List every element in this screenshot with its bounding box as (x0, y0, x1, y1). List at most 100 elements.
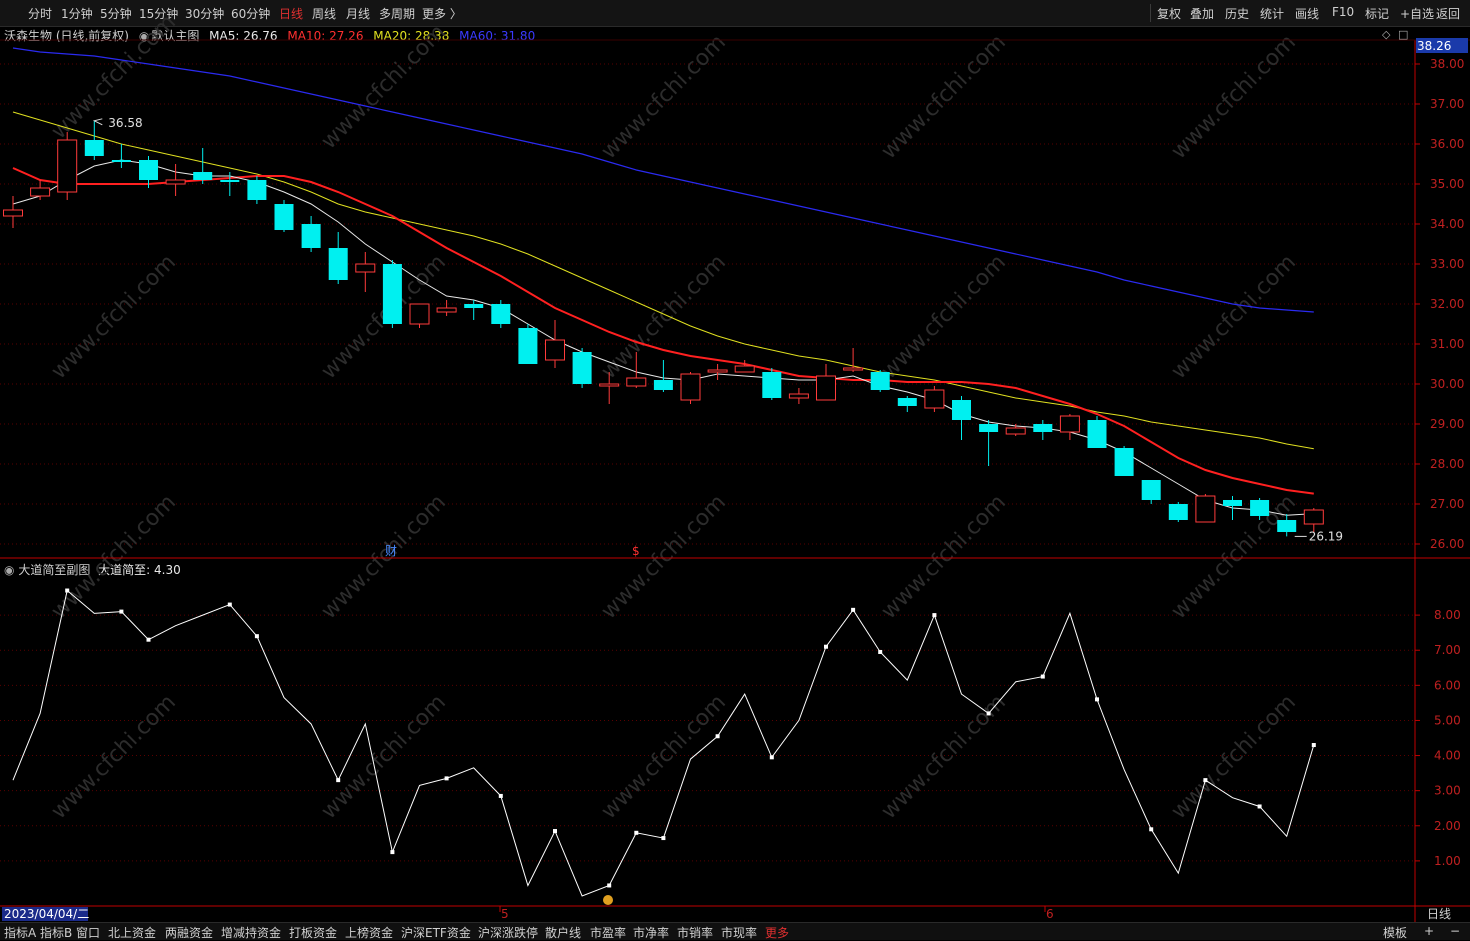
sub-tick-label: 7.00 (1434, 643, 1461, 657)
watermark-text: www.cfchi.com (47, 250, 181, 384)
candle-body-up (545, 339, 565, 361)
bottom-tab[interactable]: 指标B (40, 924, 72, 941)
watermark-text: www.cfchi.com (47, 490, 181, 624)
stats-button[interactable]: 统计 (1260, 5, 1284, 22)
eye-icon[interactable]: ◉ (139, 29, 149, 43)
candle-body-down (84, 140, 104, 156)
candle-body-down (1141, 480, 1161, 500)
zoom-out-button[interactable]: − (1450, 924, 1460, 938)
bottom-tab[interactable]: 更多 (765, 924, 789, 941)
sub-indicator-point (1203, 778, 1208, 783)
bottom-tab[interactable]: 市盈率 (590, 924, 626, 941)
sub-indicator-point (254, 634, 259, 639)
tab-multi-period[interactable]: 多周期 (379, 5, 415, 22)
bottom-tab[interactable]: 散户线 (545, 924, 581, 941)
sub-indicator-name[interactable]: 大道简至副图 (18, 563, 90, 577)
axis-labels: 38.00 37.00 36.00 35.00 34.00 33.00 32.00 31.00… (2, 28, 1468, 921)
mark-button[interactable]: 标记 (1365, 5, 1389, 22)
sub-indicator-point (986, 711, 991, 716)
tab-more[interactable]: 更多 〉 (422, 5, 462, 22)
tab-60min[interactable]: 60分钟 (231, 5, 270, 22)
sub-indicator-point (1257, 804, 1262, 809)
bottom-tabbar: 指标A 指标B 窗口 北上资金 两融资金 增减持资金 打板资金 上榜资金 沪深ETF资金 沪深涨跌… (0, 922, 1470, 940)
ma60-line (12, 47, 1314, 313)
candle-body-down (301, 224, 321, 248)
zoom-in-button[interactable]: + (1424, 924, 1434, 938)
price-tick-label: 31.00 (1430, 337, 1464, 351)
f10-button[interactable]: F10 (1332, 5, 1354, 19)
sub-indicator-point (1311, 743, 1316, 748)
ma5-line (12, 159, 1314, 516)
bottom-tab[interactable]: 上榜资金 (345, 924, 393, 941)
price-tick-label: 35.00 (1430, 177, 1464, 191)
candle-body-down (328, 248, 348, 280)
sub-indicator-point (878, 649, 883, 654)
candle-body-down (382, 264, 402, 324)
sub-indicator-point (932, 613, 937, 618)
sub-indicator-point (553, 829, 557, 834)
tab-weekly[interactable]: 周线 (312, 5, 336, 22)
bottom-tab[interactable]: 两融资金 (165, 924, 213, 941)
price-tick-label: 36.00 (1430, 137, 1464, 151)
stock-name[interactable]: 沃森生物 (日线,前复权) (4, 29, 129, 43)
history-button[interactable]: 历史 (1225, 5, 1249, 22)
candle-body-down (193, 172, 213, 180)
eye-icon[interactable]: ◉ (4, 563, 14, 577)
bottom-tab[interactable]: 打板资金 (289, 924, 337, 941)
candle-body-down (1168, 504, 1188, 520)
watermark-text: www.cfchi.com (47, 690, 181, 824)
candle-body-down (1114, 448, 1134, 476)
add-watchlist-button[interactable]: +自选 (1400, 5, 1434, 22)
adjust-button[interactable]: 复权 (1157, 5, 1181, 22)
candle-body-up (3, 209, 23, 217)
watermark-text: www.cfchi.com (877, 690, 1011, 824)
draw-line-button[interactable]: 画线 (1295, 5, 1319, 22)
sub-indicator-point (146, 637, 151, 642)
candle-body-up (1303, 509, 1324, 525)
bottom-tab[interactable]: 沪深ETF资金 (401, 924, 471, 941)
candle-body-down (518, 328, 538, 364)
kline-chart[interactable]: www.cfchi.com www.cfchi.com www.cfchi.com w… (0, 0, 1470, 939)
template-button[interactable]: 模板 (1383, 924, 1407, 941)
sub-indicator-point (824, 644, 828, 649)
price-tick-label: 27.00 (1430, 497, 1464, 511)
sub-indicator-line (12, 589, 1315, 897)
toolbar-divider (1150, 4, 1151, 22)
price-tick-label: 37.00 (1430, 97, 1464, 111)
candle-body-up (816, 375, 836, 401)
sub-indicator-point (444, 776, 449, 781)
ma5-value: MA5: 26.76 (209, 29, 278, 43)
bottom-tab[interactable]: 北上资金 (108, 924, 156, 941)
watermark-text: www.cfchi.com (317, 250, 451, 384)
bottom-tab[interactable]: 市净率 (633, 924, 669, 941)
bottom-tab[interactable]: 增减持资金 (221, 924, 281, 941)
bottom-tab[interactable]: 窗口 (76, 924, 100, 941)
bottom-tab[interactable]: 市现率 (721, 924, 757, 941)
back-button[interactable]: 返回 (1436, 5, 1460, 22)
period-label: 日线 (1427, 907, 1451, 921)
watermark-text: www.cfchi.com (1167, 490, 1301, 624)
watermark-text: www.cfchi.com (1167, 30, 1301, 164)
candle-body-up (843, 367, 864, 371)
tab-monthly[interactable]: 月线 (346, 5, 370, 22)
tab-30min[interactable]: 30分钟 (185, 5, 224, 22)
watermark-text: www.cfchi.com (597, 690, 731, 824)
tab-daily[interactable]: 日线 (279, 5, 303, 22)
bottom-tab[interactable]: 市销率 (677, 924, 713, 941)
candle-body-up (409, 303, 430, 325)
price-tick-label: 32.00 (1430, 297, 1464, 311)
candle-body-up (599, 383, 620, 387)
bottom-tab[interactable]: 指标A (4, 924, 36, 941)
dividend-event-icon: $ (632, 544, 640, 558)
overlay-button[interactable]: 叠加 (1190, 5, 1214, 22)
indicator-name[interactable]: 默认主图 (151, 29, 199, 43)
bottom-tab[interactable]: 沪深涨跌停 (478, 924, 538, 941)
tab-5min[interactable]: 5分钟 (100, 5, 132, 22)
tab-1min[interactable]: 1分钟 (61, 5, 93, 22)
sub-indicator-point (661, 836, 666, 841)
tab-intraday[interactable]: 分时 (28, 5, 52, 22)
tab-15min[interactable]: 15分钟 (139, 5, 178, 22)
candle-body-down (897, 398, 917, 406)
watermark-text: www.cfchi.com (597, 30, 731, 164)
candle-body-up (57, 139, 78, 193)
